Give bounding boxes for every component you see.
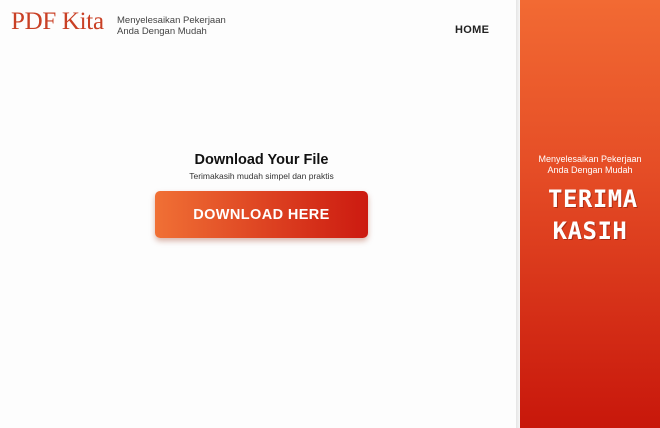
main-area: PDF Kita Menyelesaikan Pekerjaan Anda De… — [0, 0, 518, 428]
page-subtitle: Terimakasih mudah simpel dan praktis — [189, 171, 334, 181]
header-tagline: Menyelesaikan Pekerjaan Anda Dengan Muda… — [117, 15, 226, 37]
download-button[interactable]: DOWNLOAD HERE — [155, 191, 368, 238]
side-tagline: Menyelesaikan Pekerjaan Anda Dengan Muda… — [538, 154, 642, 175]
page-title: Download Your File — [194, 152, 329, 168]
download-section: Download Your File Terimakasih mudah sim… — [155, 152, 368, 181]
thanks-heading: TERIMA KASIH — [548, 185, 638, 245]
nav-home-link[interactable]: HOME — [455, 24, 489, 36]
side-panel: Menyelesaikan Pekerjaan Anda Dengan Muda… — [520, 0, 660, 428]
brand-logo[interactable]: PDF Kita — [11, 8, 104, 36]
